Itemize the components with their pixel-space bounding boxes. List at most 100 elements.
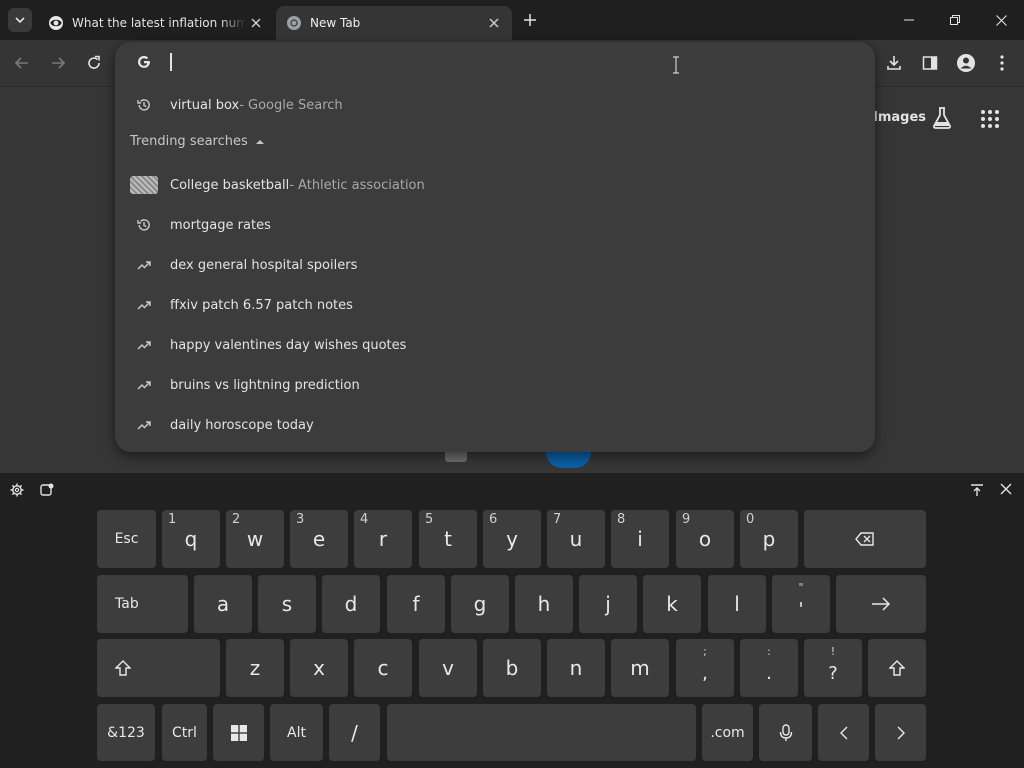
key-tab[interactable]: Tab — [97, 575, 188, 633]
suggestion-row[interactable]: bruins vs lightning prediction — [115, 365, 875, 405]
key-k[interactable]: k — [643, 575, 701, 633]
trending-icon — [130, 295, 158, 315]
suggestion-row[interactable]: College basketball - Athletic associatio… — [115, 165, 875, 205]
ibeam-cursor-icon — [673, 56, 679, 74]
touch-keyboard: Esc 1q 2w 3e 4r 5t 6y 7u 8i 9o 0p Tab a … — [0, 473, 1024, 768]
key-microphone[interactable] — [759, 704, 812, 761]
key-windows[interactable] — [213, 704, 264, 761]
key-alt[interactable]: Alt — [270, 704, 323, 761]
emoji-panel-icon[interactable] — [40, 483, 54, 497]
apps-grid-icon[interactable] — [980, 109, 1000, 129]
key-x[interactable]: x — [290, 639, 348, 697]
key-j[interactable]: j — [579, 575, 637, 633]
profile-button[interactable] — [952, 49, 980, 77]
keyboard-settings-icon[interactable] — [10, 483, 24, 497]
key-right-arrow[interactable] — [875, 704, 926, 761]
back-button[interactable] — [8, 49, 36, 77]
labs-icon[interactable] — [930, 106, 954, 130]
key-shift-left[interactable] — [97, 639, 220, 697]
forward-button[interactable] — [44, 49, 72, 77]
key-left-arrow[interactable] — [818, 704, 869, 761]
omnibox-dropdown: virtual box - Google Search Trending sea… — [115, 42, 875, 452]
suggestion-row[interactable]: mortgage rates — [115, 205, 875, 245]
key-n[interactable]: n — [547, 639, 605, 697]
shortcut-tile-icon[interactable] — [445, 452, 467, 462]
key-question[interactable]: !? — [804, 639, 862, 697]
key-apostrophe[interactable]: " ' — [772, 575, 830, 633]
dock-keyboard-icon[interactable] — [970, 483, 984, 497]
new-tab-button[interactable] — [518, 10, 542, 30]
address-bar[interactable] — [115, 42, 875, 82]
downloads-button[interactable] — [880, 49, 908, 77]
suggestion-subtext: - Google Search — [239, 97, 343, 113]
restore-button[interactable] — [932, 0, 978, 40]
key-comma[interactable]: ;, — [676, 639, 734, 697]
key-v[interactable]: v — [419, 639, 477, 697]
avatar-icon — [957, 54, 975, 72]
suggestion-subtext: - Athletic association — [289, 177, 425, 193]
minimize-button[interactable] — [886, 0, 932, 40]
key-w[interactable]: 2w — [226, 510, 284, 568]
key-f[interactable]: f — [387, 575, 445, 633]
close-tab-icon[interactable] — [246, 13, 266, 33]
key-symbols[interactable]: &123 — [97, 704, 155, 761]
trending-searches-header[interactable]: Trending searches — [130, 134, 264, 149]
side-panel-button[interactable] — [916, 49, 944, 77]
cbs-favicon-icon — [49, 16, 63, 30]
key-p[interactable]: 0p — [740, 510, 798, 568]
suggestion-row[interactable]: virtual box - Google Search — [115, 85, 875, 125]
close-tab-icon[interactable] — [484, 13, 504, 33]
shift-icon — [115, 660, 131, 676]
key-s[interactable]: s — [258, 575, 316, 633]
suggestion-row[interactable]: ffxiv patch 6.57 patch notes — [115, 285, 875, 325]
collapse-caret-icon — [255, 139, 264, 144]
enter-arrow-icon — [872, 597, 891, 611]
key-z[interactable]: z — [226, 639, 284, 697]
key-backspace[interactable] — [804, 510, 926, 568]
suggestion-row[interactable]: happy valentines day wishes quotes — [115, 325, 875, 365]
key-slash[interactable]: / — [329, 704, 380, 761]
key-dotcom[interactable]: .com — [702, 704, 753, 761]
reload-button[interactable] — [80, 49, 108, 77]
close-window-button[interactable] — [978, 0, 1024, 40]
key-ctrl[interactable]: Ctrl — [162, 704, 207, 761]
key-q[interactable]: 1q — [162, 510, 220, 568]
thumbnail-image — [130, 175, 158, 195]
key-period[interactable]: :. — [740, 639, 798, 697]
key-shift-right[interactable] — [868, 639, 926, 697]
tab-new-tab[interactable]: New Tab — [276, 6, 512, 40]
google-g-icon — [138, 55, 150, 68]
key-a[interactable]: a — [194, 575, 252, 633]
key-c[interactable]: c — [354, 639, 412, 697]
key-b[interactable]: b — [483, 639, 541, 697]
key-space[interactable] — [387, 704, 696, 761]
shortcut-tile-icon[interactable] — [546, 452, 591, 468]
trending-icon — [130, 375, 158, 395]
key-t[interactable]: 5t — [419, 510, 477, 568]
key-i[interactable]: 8i — [611, 510, 669, 568]
key-o[interactable]: 9o — [676, 510, 734, 568]
key-r[interactable]: 4r — [354, 510, 412, 568]
key-d[interactable]: d — [322, 575, 380, 633]
suggestion-text: College basketball — [170, 177, 290, 193]
key-enter[interactable] — [836, 575, 926, 633]
key-h[interactable]: h — [515, 575, 573, 633]
suggestion-text: happy valentines day wishes quotes — [170, 337, 407, 353]
key-m[interactable]: m — [611, 639, 669, 697]
tab-title: What the latest inflation numbers — [72, 16, 246, 30]
suggestion-text: mortgage rates — [170, 217, 271, 233]
chevron-right-icon — [897, 726, 905, 739]
key-y[interactable]: 6y — [483, 510, 541, 568]
suggestion-row[interactable]: daily horoscope today — [115, 405, 875, 445]
key-u[interactable]: 7u — [547, 510, 605, 568]
key-l[interactable]: l — [708, 575, 766, 633]
menu-button[interactable] — [988, 49, 1016, 77]
tab-search-button[interactable] — [8, 8, 32, 32]
tab-inflation[interactable]: What the latest inflation numbers — [40, 6, 274, 40]
key-esc[interactable]: Esc — [97, 510, 156, 568]
close-keyboard-icon[interactable] — [1000, 483, 1012, 495]
suggestion-row[interactable]: dex general hospital spoilers — [115, 245, 875, 285]
key-g[interactable]: g — [451, 575, 509, 633]
images-link[interactable]: Images — [873, 110, 926, 125]
key-e[interactable]: 3e — [290, 510, 348, 568]
